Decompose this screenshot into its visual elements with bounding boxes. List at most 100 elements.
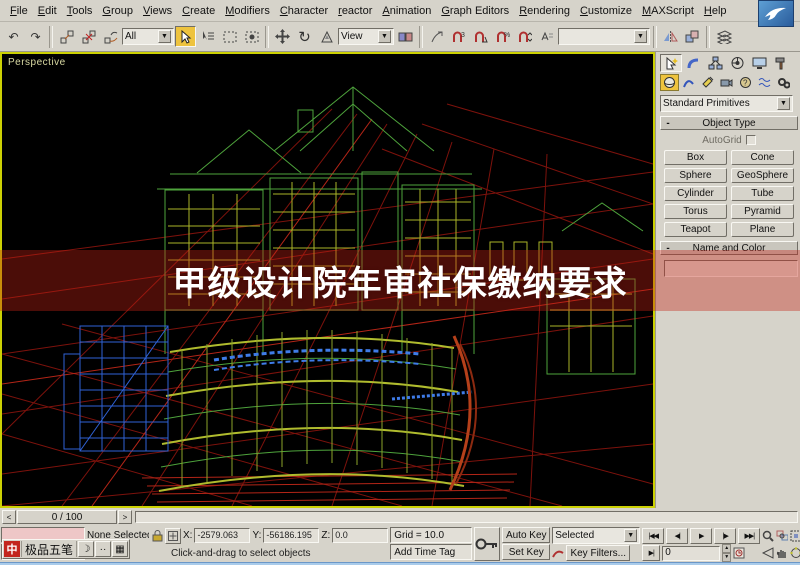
object-type-rollout-header[interactable]: - Object Type	[660, 116, 798, 130]
slider-left-arrow[interactable]: <	[2, 510, 16, 524]
named-selection-sets-combo[interactable]: ▼	[558, 28, 650, 45]
tube-button[interactable]: Tube	[731, 186, 794, 201]
set-keys-button[interactable]	[474, 527, 501, 561]
menu-graph-editors[interactable]: Graph Editors	[436, 3, 514, 19]
tab-modify[interactable]	[682, 54, 704, 72]
zoom-extents-icon[interactable]	[790, 528, 800, 544]
spinner-snap-icon[interactable]	[514, 26, 535, 47]
sub-shapes[interactable]	[679, 74, 698, 91]
viewport-label[interactable]: Perspective	[8, 57, 66, 68]
time-configuration-icon[interactable]	[733, 545, 745, 561]
tab-create[interactable]	[660, 54, 682, 72]
tab-hierarchy[interactable]	[704, 54, 726, 72]
menu-rendering[interactable]: Rendering	[514, 3, 575, 19]
box-button[interactable]: Box	[664, 150, 727, 165]
absolute-offset-toggle-icon[interactable]	[165, 527, 181, 544]
align-icon[interactable]	[682, 26, 703, 47]
set-key-button[interactable]: Set Key	[502, 544, 551, 560]
bind-to-spacewarp-icon[interactable]	[100, 26, 121, 47]
sub-lights[interactable]	[698, 74, 717, 91]
y-coordinate-field[interactable]: -56186.195	[263, 528, 320, 543]
object-name-input[interactable]	[664, 260, 798, 277]
key-filters-button[interactable]: Key Filters...	[566, 545, 631, 561]
select-and-move-icon[interactable]	[272, 26, 293, 47]
ime-toolbar[interactable]: 中 极品五笔 ☽ ·· ▦	[2, 539, 131, 559]
zoom-icon[interactable]	[762, 528, 774, 544]
select-and-rotate-icon[interactable]: ↻	[294, 26, 315, 47]
menu-group[interactable]: Group	[97, 3, 138, 19]
sub-cameras[interactable]	[717, 74, 736, 91]
reference-coordsys-combo[interactable]: View ▼	[338, 28, 394, 45]
frame-spinner[interactable]: ▲ ▼	[722, 544, 732, 562]
undo-icon[interactable]: ↶	[3, 26, 24, 47]
use-pivot-point-icon[interactable]	[395, 26, 416, 47]
current-frame-field[interactable]: 0	[662, 545, 721, 561]
cone-button[interactable]: Cone	[731, 150, 794, 165]
redo-icon[interactable]: ↷	[25, 26, 46, 47]
angle-snap-icon[interactable]	[470, 26, 491, 47]
selection-lock-icon[interactable]	[151, 528, 163, 544]
menu-character[interactable]: Character	[275, 3, 333, 19]
pyramid-button[interactable]: Pyramid	[731, 204, 794, 219]
field-of-view-icon[interactable]	[762, 545, 774, 561]
autogrid-checkbox[interactable]	[745, 135, 756, 145]
teapot-button[interactable]: Teapot	[664, 222, 727, 237]
tab-utilities[interactable]	[770, 54, 792, 72]
sub-systems[interactable]	[774, 74, 793, 91]
previous-frame-button[interactable]: ◀|	[666, 527, 689, 544]
mirror-icon[interactable]	[660, 26, 681, 47]
menu-create[interactable]: Create	[177, 3, 220, 19]
menu-modifiers[interactable]: Modifiers	[220, 3, 275, 19]
menu-edit[interactable]: Edit	[33, 3, 62, 19]
ime-fullwidth-moon-icon[interactable]: ☽	[78, 541, 95, 557]
layer-manager-icon[interactable]	[713, 26, 734, 47]
select-by-name-icon[interactable]	[197, 26, 218, 47]
tab-motion[interactable]	[726, 54, 748, 72]
ime-softkeyboard-icon[interactable]: ▦	[112, 541, 129, 557]
z-coordinate-field[interactable]: 0.0	[332, 528, 389, 543]
selection-filter-combo[interactable]: All ▼	[122, 28, 174, 45]
arc-rotate-icon[interactable]	[790, 545, 800, 561]
torus-button[interactable]: Torus	[664, 204, 727, 219]
ime-name[interactable]: 极品五笔	[21, 541, 78, 557]
default-tangent-icon[interactable]	[552, 545, 564, 561]
window-crossing-toggle-icon[interactable]	[241, 26, 262, 47]
pan-hand-icon[interactable]	[776, 545, 788, 561]
sphere-button[interactable]: Sphere	[664, 168, 727, 183]
goto-start-button[interactable]: |◀◀	[642, 527, 665, 544]
primitives-category-combo[interactable]: Standard Primitives ▼	[660, 95, 793, 112]
menu-file[interactable]: File	[5, 3, 33, 19]
time-slider-handle[interactable]: 0 / 100	[17, 510, 117, 524]
select-and-manipulate-icon[interactable]	[426, 26, 447, 47]
add-time-tag[interactable]: Add Time Tag	[390, 544, 473, 560]
x-coordinate-field[interactable]: -2579.063	[194, 528, 251, 543]
ime-language-icon[interactable]: 中	[4, 541, 20, 557]
sub-geometry[interactable]	[660, 74, 679, 91]
edit-named-selections-icon[interactable]	[536, 26, 557, 47]
menu-animation[interactable]: Animation	[377, 3, 436, 19]
sub-helpers[interactable]: ?	[736, 74, 755, 91]
menu-tools[interactable]: Tools	[62, 3, 98, 19]
time-slider-track[interactable]	[135, 511, 798, 523]
sub-spacewarps[interactable]	[755, 74, 774, 91]
play-button[interactable]: ▶	[690, 527, 713, 544]
menu-reactor[interactable]: reactor	[333, 3, 377, 19]
tab-display[interactable]	[748, 54, 770, 72]
rectangular-selection-region-icon[interactable]	[219, 26, 240, 47]
auto-key-button[interactable]: Auto Key	[502, 527, 551, 543]
goto-end-button[interactable]: ▶▶|	[738, 527, 761, 544]
select-and-scale-icon[interactable]	[316, 26, 337, 47]
plane-button[interactable]: Plane	[731, 222, 794, 237]
key-mode-toggle-button[interactable]: ▶|	[642, 545, 661, 561]
select-object-button[interactable]	[175, 26, 196, 47]
cylinder-button[interactable]: Cylinder	[664, 186, 727, 201]
snap-toggle-3d-icon[interactable]: 3	[448, 26, 469, 47]
zoom-all-icon[interactable]	[776, 528, 789, 544]
key-mode-combo[interactable]: Selected ▼	[552, 527, 641, 544]
geosphere-button[interactable]: GeoSphere	[731, 168, 794, 183]
next-frame-button[interactable]: |▶	[714, 527, 737, 544]
menu-customize[interactable]: Customize	[575, 3, 637, 19]
menu-views[interactable]: Views	[138, 3, 177, 19]
menu-help[interactable]: Help	[699, 3, 732, 19]
percent-snap-icon[interactable]: %	[492, 26, 513, 47]
